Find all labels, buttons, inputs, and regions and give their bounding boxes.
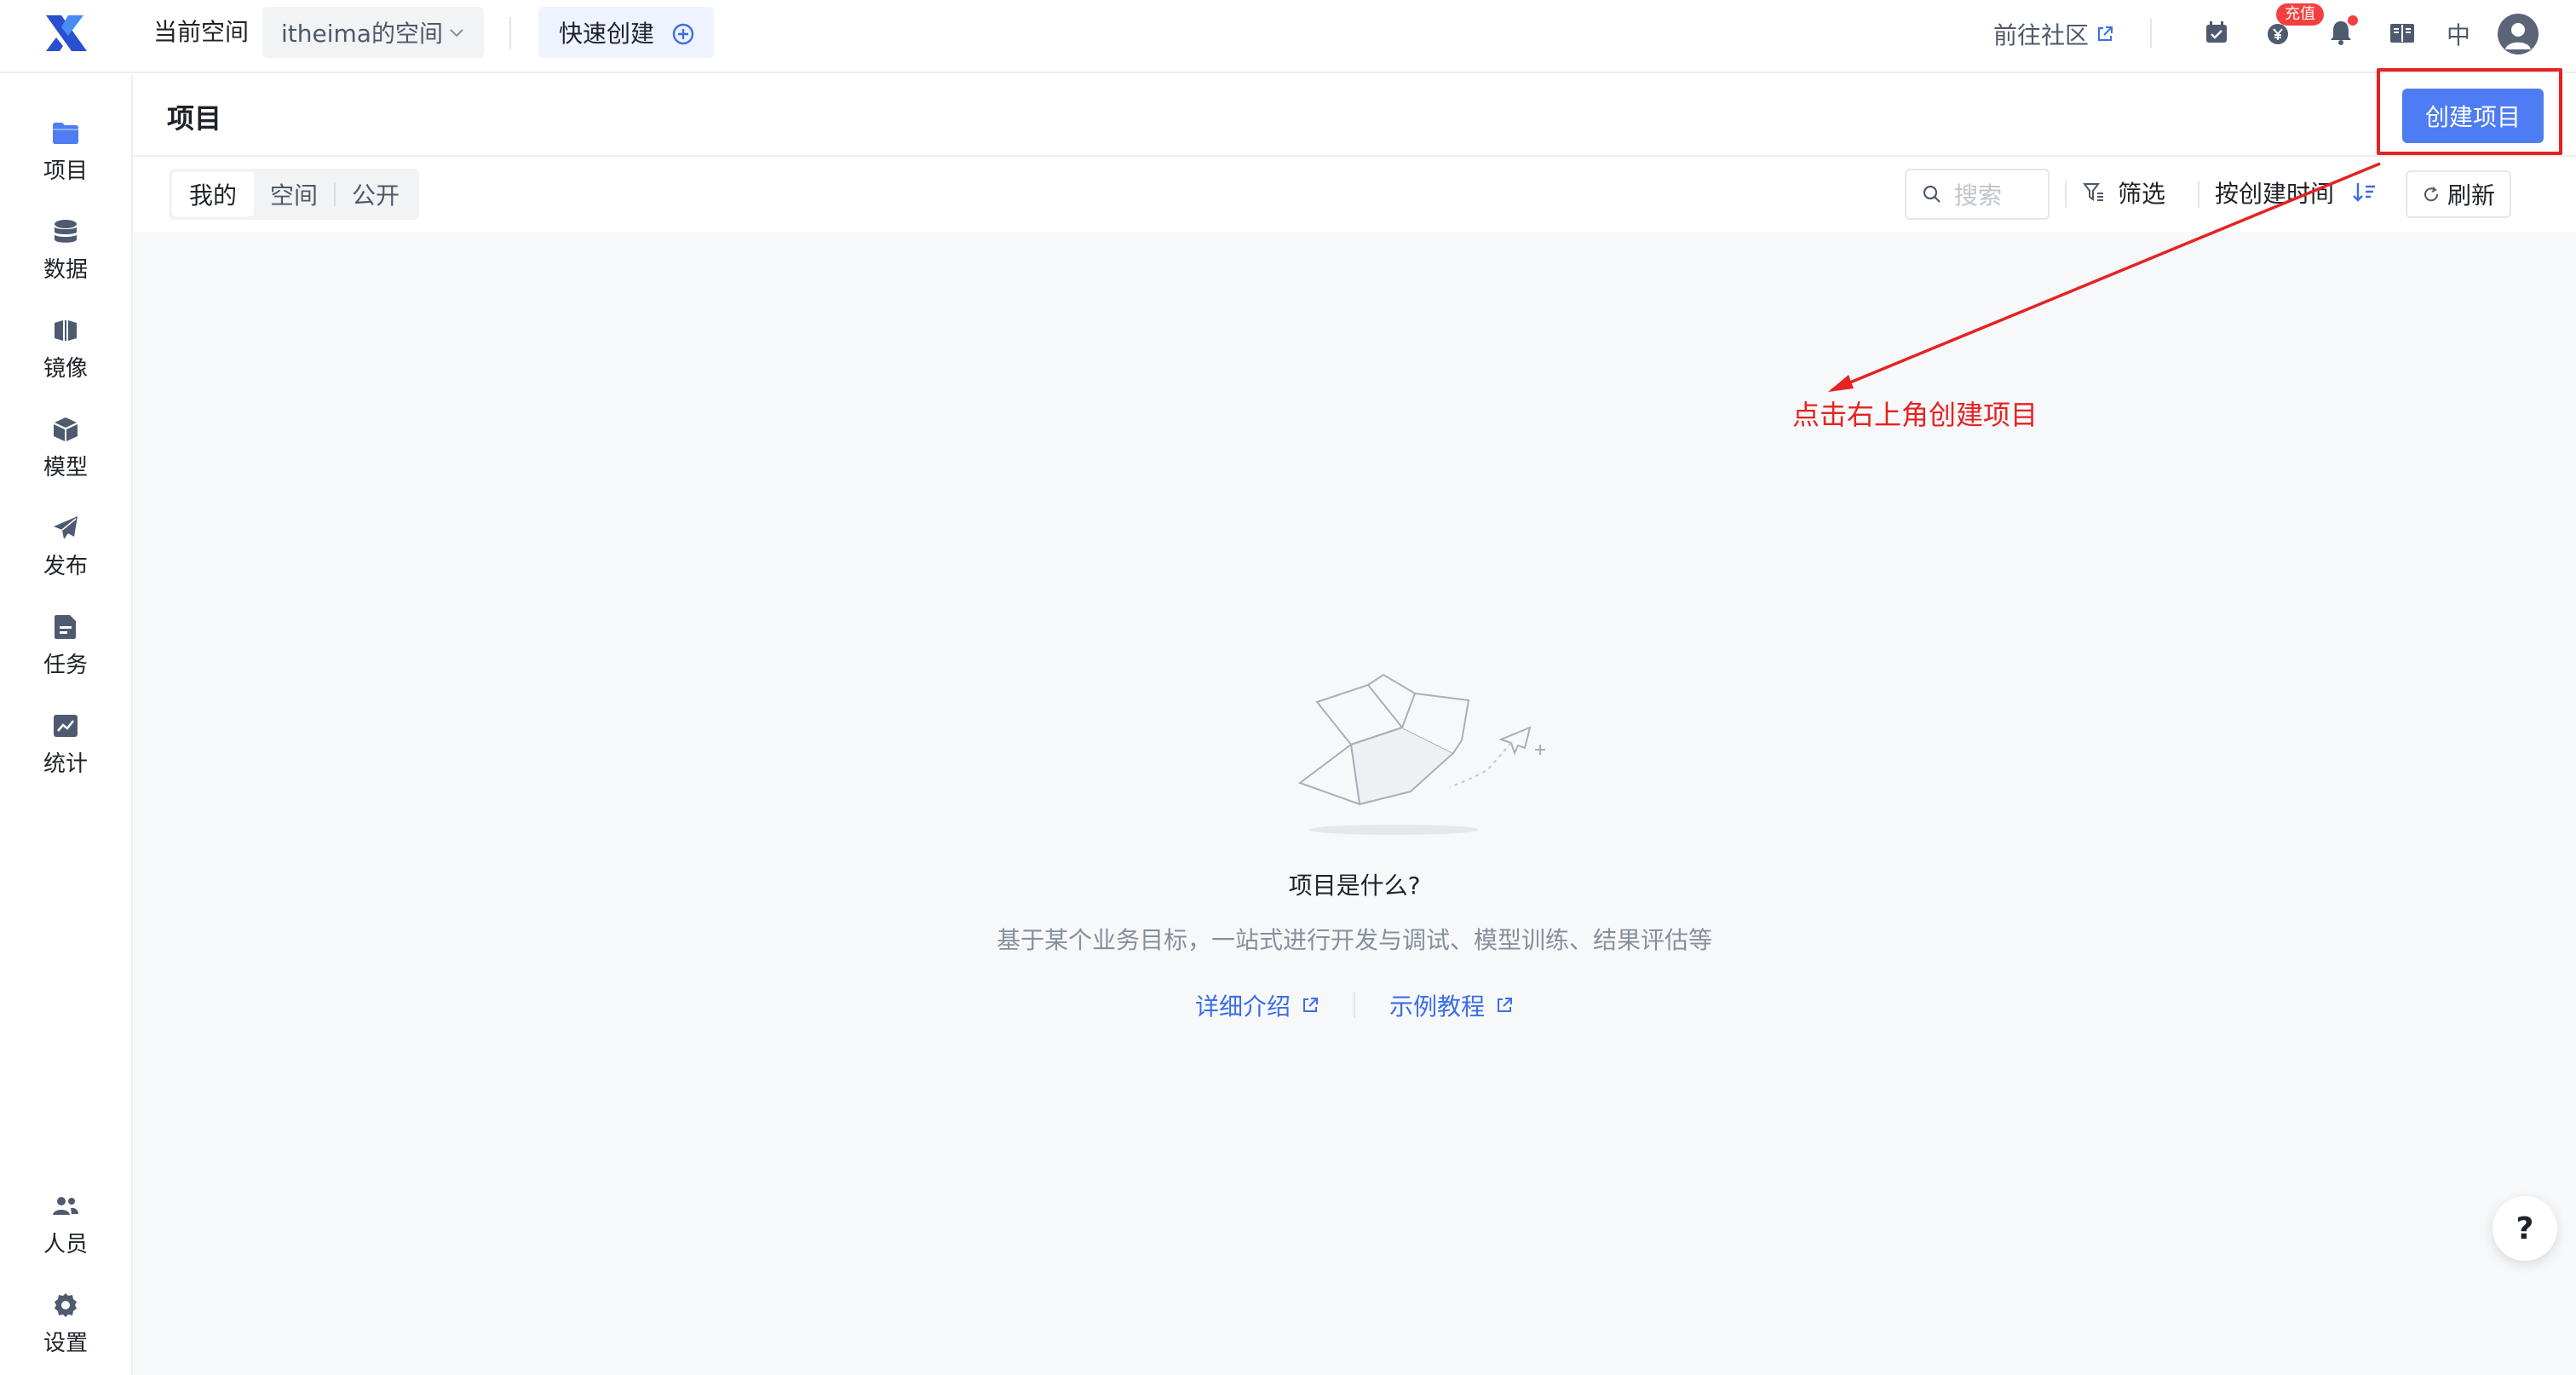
sidebar-item-label: 任务 — [43, 653, 88, 678]
divider — [2065, 181, 2067, 208]
space-select-value: itheima的空间 — [281, 20, 443, 48]
quick-create-button[interactable]: 快速创建 — [538, 7, 714, 58]
annotation-text: 点击右上角创建项目 — [1792, 399, 2038, 431]
app-logo-icon[interactable] — [43, 12, 90, 55]
sidebar-item-label: 模型 — [43, 455, 88, 480]
avatar[interactable] — [2498, 14, 2539, 55]
send-icon — [54, 516, 78, 539]
sidebar-item-label: 数据 — [43, 257, 88, 283]
sidebar-item-images[interactable]: 镜像 — [0, 307, 131, 392]
divider — [509, 17, 511, 49]
chart-icon — [54, 715, 78, 737]
calendar-icon[interactable] — [2201, 17, 2232, 48]
database-icon — [55, 220, 77, 243]
sidebar: 项目 数据 镜像 模型 发布 任务 统计 人员 设置 — [0, 75, 133, 1375]
sidebar-item-data[interactable]: 数据 — [0, 208, 131, 293]
search-icon — [1923, 185, 1941, 203]
external-link-icon — [1303, 998, 1318, 1012]
divider — [2150, 19, 2152, 48]
search-placeholder: 搜索 — [1954, 181, 2003, 210]
cube-icon — [54, 417, 78, 441]
folder-icon — [53, 123, 78, 144]
empty-box-illustration — [1297, 673, 1545, 835]
tab-public[interactable]: 公开 — [336, 172, 416, 216]
current-space-label: 当前空间 — [153, 18, 250, 46]
filter-icon — [2083, 183, 2103, 201]
tab-space[interactable]: 空间 — [254, 172, 334, 216]
task-icon — [55, 615, 76, 639]
community-label: 前往社区 — [1993, 21, 2090, 49]
sidebar-item-label: 发布 — [43, 554, 88, 579]
tutorial-link-label: 示例教程 — [1389, 992, 1486, 1021]
refresh-button[interactable]: 刷新 — [2406, 170, 2511, 218]
language-toggle[interactable]: 中 — [2447, 17, 2470, 51]
external-link-icon — [2098, 26, 2113, 41]
chevron-down-icon — [450, 29, 463, 37]
sort-button[interactable]: 按创建时间 — [2215, 175, 2377, 210]
details-link-label: 详细介绍 — [1194, 992, 1291, 1021]
sort-descending-icon — [2353, 183, 2376, 202]
sidebar-item-label: 项目 — [43, 158, 88, 184]
help-button[interactable]: ? — [2493, 1196, 2557, 1261]
sidebar-item-label: 统计 — [43, 751, 88, 777]
sidebar-item-models[interactable]: 模型 — [0, 406, 131, 491]
toolbar: 我的 空间 公开 搜索 筛选 按创建时间 刷新 — [133, 157, 2576, 232]
top-bar: 当前空间 itheima的空间 快速创建 前往社区 充值 中 — [0, 0, 2576, 73]
sidebar-item-tasks[interactable]: 任务 — [0, 603, 131, 688]
sidebar-item-label: 镜像 — [43, 356, 88, 382]
filter-label: 筛选 — [2118, 180, 2166, 208]
recharge-badge[interactable]: 充值 — [2276, 3, 2324, 26]
sidebar-item-label: 设置 — [43, 1331, 88, 1356]
annotation-highlight-box — [2377, 68, 2562, 155]
user-icon — [2505, 23, 2531, 49]
external-link-icon — [1498, 998, 1513, 1012]
empty-links: 详细介绍 示例教程 — [133, 988, 2576, 1022]
page-header: 项目 创建项目 — [133, 75, 2576, 157]
community-link[interactable]: 前往社区 — [1993, 17, 2114, 51]
sidebar-item-settings[interactable]: 设置 — [0, 1281, 131, 1366]
divider — [2198, 181, 2199, 208]
tutorial-link[interactable]: 示例教程 — [1355, 988, 1548, 1022]
book-icon[interactable] — [2387, 17, 2418, 48]
details-link[interactable]: 详细介绍 — [1161, 988, 1354, 1022]
mirror-icon — [55, 320, 77, 341]
plus-circle-icon — [672, 23, 694, 45]
empty-title: 项目是什么? — [1288, 872, 1421, 900]
notification-dot — [2348, 15, 2358, 26]
search-input[interactable]: 搜索 — [1905, 169, 2050, 220]
sidebar-item-stats[interactable]: 统计 — [0, 702, 131, 787]
page-title: 项目 — [167, 102, 222, 135]
filter-button[interactable]: 筛选 — [2082, 175, 2165, 210]
empty-description: 基于某个业务目标，一站式进行开发与调试、模型训练、结果评估等 — [996, 926, 1712, 954]
sidebar-item-projects[interactable]: 项目 — [0, 109, 131, 194]
scope-tabs: 我的 空间 公开 — [169, 169, 419, 220]
main-content: 项目 创建项目 我的 空间 公开 搜索 筛选 按创建时间 刷新 项目是什么? 基… — [133, 68, 2576, 1375]
sidebar-item-people[interactable]: 人员 — [0, 1182, 131, 1268]
space-select[interactable]: itheima的空间 — [262, 7, 484, 58]
refresh-icon — [2424, 187, 2438, 202]
people-icon — [53, 1197, 78, 1215]
tab-mine[interactable]: 我的 — [172, 172, 254, 216]
sidebar-item-label: 人员 — [43, 1232, 88, 1257]
gear-icon — [55, 1293, 77, 1317]
sort-label: 按创建时间 — [2215, 180, 2335, 208]
quick-create-label: 快速创建 — [559, 20, 655, 48]
refresh-label: 刷新 — [2447, 181, 2495, 210]
sidebar-item-publish[interactable]: 发布 — [0, 504, 131, 590]
